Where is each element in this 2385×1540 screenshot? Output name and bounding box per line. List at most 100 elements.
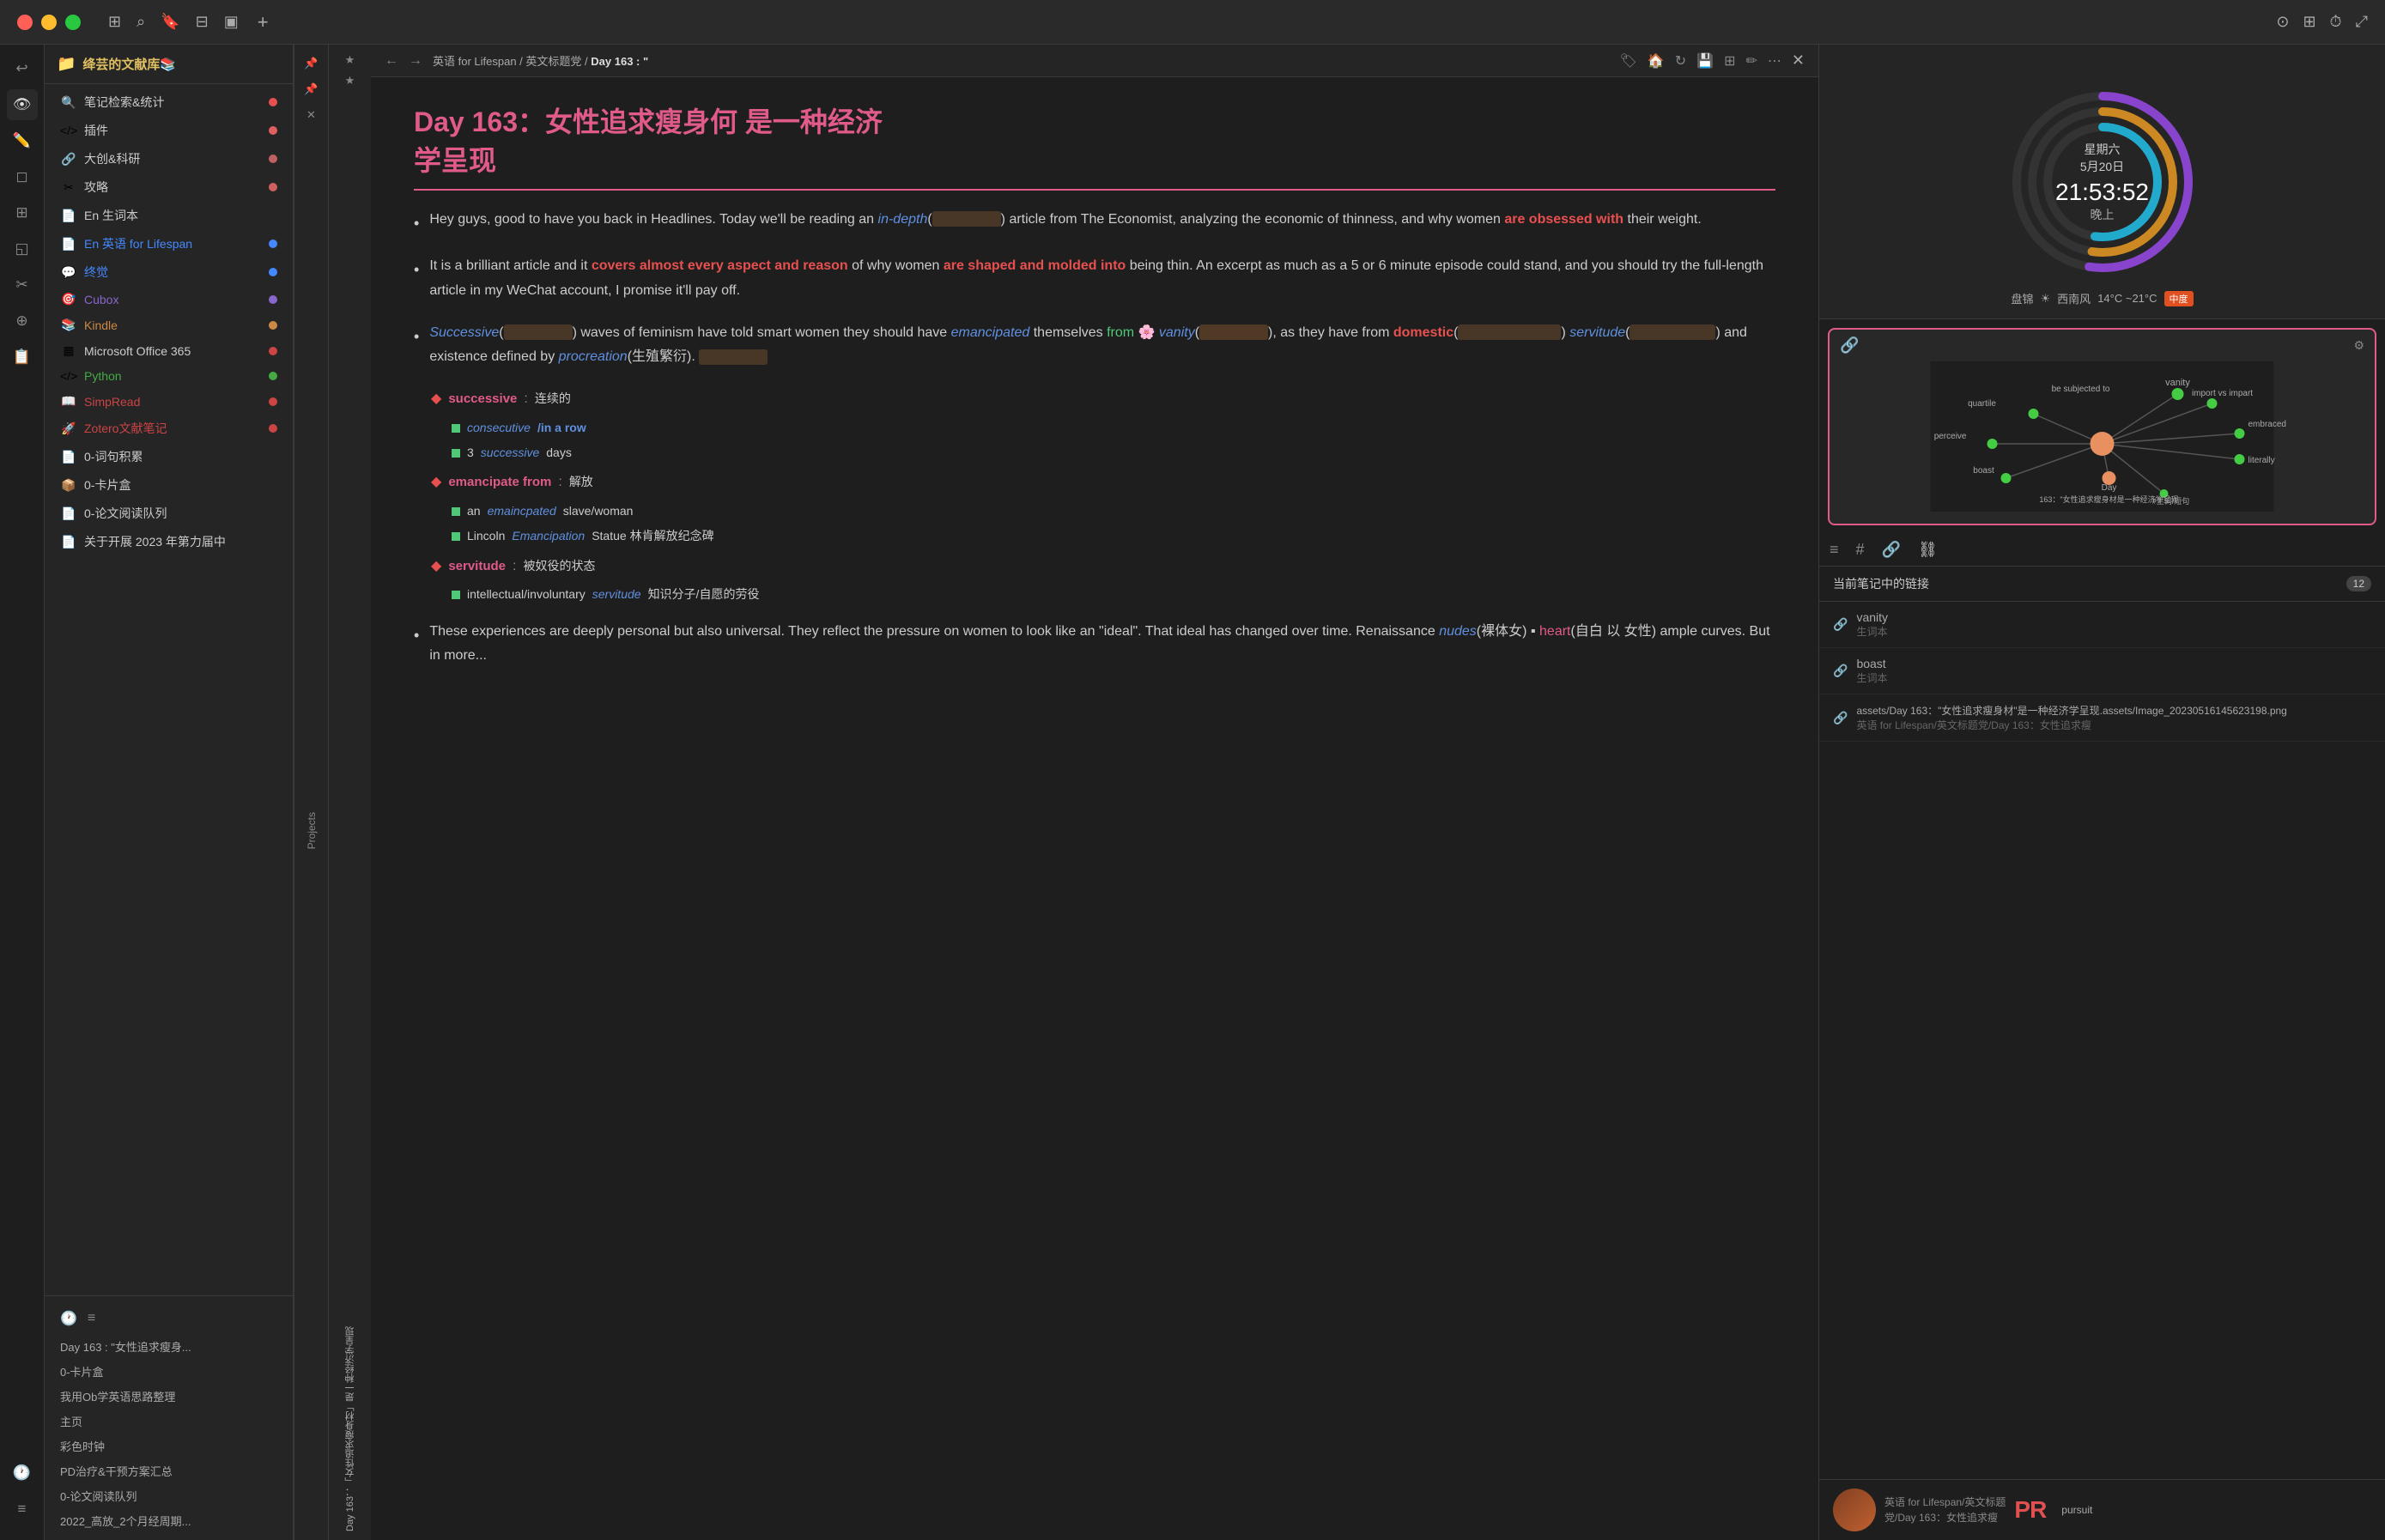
svg-text:boast: boast	[1973, 466, 1994, 476]
vocab-meaning-emancipate: 解放	[569, 471, 593, 493]
more-icon[interactable]: ⋯	[1768, 52, 1781, 70]
sidebar-back[interactable]: ↩	[7, 53, 38, 84]
grid-icon[interactable]: ⊞	[108, 13, 121, 31]
recent-cardbox[interactable]: 0-卡片盒	[52, 1359, 286, 1384]
sidebar-item-strategy[interactable]: ✂ 攻略	[50, 173, 288, 201]
edit-icon[interactable]: ✏	[1746, 52, 1757, 70]
graph-svg: vanity import vs impart embraced literal…	[1830, 361, 2375, 512]
minimize-button[interactable]	[41, 15, 57, 30]
table-icon[interactable]: ⊞	[2303, 13, 2315, 31]
sidebar-item-2023[interactable]: 📄 关于开展 2023 年第力届中	[50, 528, 288, 555]
sidebar-item-label: 终觉	[84, 264, 262, 281]
sidebar-item-cardbox[interactable]: 📦 0-卡片盒	[50, 471, 288, 499]
expand-icon[interactable]: ⤢	[2356, 13, 2368, 31]
doc-toolbar-right: 🏷 🏠 ↻ 💾 ⊞ ✏ ⋯ ✕	[1620, 52, 1805, 70]
link-boast[interactable]: 🔗 boast 生词本	[1819, 648, 2385, 694]
layout-icon[interactable]: ⊟	[196, 13, 209, 31]
recent-paper[interactable]: 0-论文阅读队列	[52, 1483, 286, 1508]
sidebar-item-chat[interactable]: 💬 终觉	[50, 258, 288, 286]
nav-forward[interactable]: →	[409, 53, 422, 69]
tab-hash[interactable]: #	[1856, 541, 1865, 559]
cardbox-icon: 📦	[60, 478, 77, 493]
sidebar-item-paperqueue[interactable]: 📄 0-论文阅读队列	[50, 500, 288, 527]
sidebar-item-search[interactable]: 🔍 笔记检索&统计	[50, 88, 288, 116]
sidebar-item-vocab[interactable]: 📄 En 生词本	[50, 202, 288, 229]
search-icon[interactable]: ⌕	[137, 13, 145, 31]
pin-icon[interactable]: 📌	[300, 53, 321, 74]
vocab-sub-item-2: 3 successive days	[452, 442, 1775, 464]
bookmark-icon[interactable]: 🔖	[161, 13, 179, 31]
blank-domestic	[1458, 324, 1561, 340]
close-button[interactable]	[17, 15, 33, 30]
sidebar-icon[interactable]: ▣	[224, 13, 239, 31]
close-doc-button[interactable]: ✕	[1792, 52, 1805, 70]
recent-pd[interactable]: PD治疗&干预方案汇总	[52, 1458, 286, 1483]
nav-back[interactable]: ←	[385, 53, 398, 69]
sidebar-history[interactable]: 🕐	[7, 1458, 38, 1488]
tab-list[interactable]: ≡	[1830, 541, 1839, 559]
sidebar-item-label: Microsoft Office 365	[84, 344, 262, 358]
sidebar-panel[interactable]: ◱	[7, 233, 38, 264]
recent-day163[interactable]: Day 163 : "女性追求瘦身...	[52, 1334, 286, 1359]
link-content-3: assets/Day 163："女性追求瘦身材"是一种经济学呈现.assets/…	[1856, 703, 2286, 732]
sidebar-blank[interactable]: ◻	[7, 161, 38, 192]
pin2-icon[interactable]: 📌	[300, 79, 321, 100]
vault-icon: 📁	[57, 55, 76, 73]
list-icon[interactable]: ≡	[88, 1311, 95, 1326]
clock-icon[interactable]: ⏱	[2330, 13, 2342, 31]
item-dot	[269, 372, 277, 380]
home-icon[interactable]: 🏠	[1648, 52, 1665, 70]
star2-icon[interactable]: ★	[345, 74, 355, 88]
sidebar-item-simpread[interactable]: 📖 SimpRead	[50, 389, 288, 414]
bullet-dot-4: •	[414, 621, 419, 670]
sidebar-item-research[interactable]: 🔗 大创&科研	[50, 145, 288, 173]
history-icon[interactable]: 🕐	[60, 1310, 77, 1327]
sidebar-clipboard[interactable]: 📋	[7, 342, 38, 373]
link-assets[interactable]: 🔗 assets/Day 163："女性追求瘦身材"是一种经济学呈现.asset…	[1819, 694, 2385, 742]
sidebar-read[interactable]: 👁	[7, 89, 38, 120]
sidebar-add[interactable]: ⊕	[7, 306, 38, 336]
titlebar-right: ⊙ ⊞ ⏱ ⤢	[2276, 13, 2368, 31]
inline-indepth: in-depth	[878, 212, 928, 227]
recent-clock[interactable]: 彩色时钟	[52, 1434, 286, 1458]
link-icon-1: 🔗	[1833, 617, 1848, 632]
sidebar-item-kindle[interactable]: 📚 Kindle	[50, 312, 288, 337]
recent-ob[interactable]: 我用Ob学英语思路整理	[52, 1384, 286, 1409]
link-content-1: vanity 生词本	[1856, 610, 1888, 639]
tab-backlink[interactable]: ⛓	[1918, 541, 1938, 559]
recent-2022[interactable]: 2022_高放_2个月经周期...	[52, 1508, 286, 1533]
sidebar-item-office[interactable]: ▦ Microsoft Office 365	[50, 338, 288, 363]
layout2-icon[interactable]: ⊞	[1724, 52, 1735, 70]
star-icon[interactable]: ★	[345, 53, 355, 67]
close-strip-icon[interactable]: ✕	[303, 105, 319, 125]
bullet-dot-3: •	[414, 323, 419, 371]
save-icon[interactable]: 💾	[1696, 52, 1714, 70]
sidebar-item-python[interactable]: </> Python	[50, 364, 288, 388]
bullet-dot-1: •	[414, 209, 419, 237]
sidebar-menu[interactable]: ≡	[7, 1494, 38, 1525]
sidebar-scissors[interactable]: ✂	[7, 270, 38, 300]
recent-home[interactable]: 主页	[52, 1409, 286, 1434]
doc-content: Day 163：女性追求瘦身何 是一种经济 学呈现 • Hey guys, go…	[371, 77, 1818, 1540]
tab-link[interactable]: 🔗	[1882, 541, 1901, 559]
graph-settings-icon[interactable]: ⚙	[2353, 338, 2364, 353]
circle-icon[interactable]: ⊙	[2276, 13, 2289, 31]
sidebar-grid[interactable]: ⊞	[7, 197, 38, 228]
link-vanity[interactable]: 🔗 vanity 生词本	[1819, 602, 2385, 648]
sidebar-item-wordbank[interactable]: 📄 0-词句积累	[50, 443, 288, 470]
plugin-icon: </>	[60, 124, 77, 137]
maximize-button[interactable]	[65, 15, 81, 30]
svg-text:import vs impart: import vs impart	[2192, 389, 2253, 398]
thumbnail-circle	[1833, 1488, 1876, 1531]
link-text-boast: boast	[1856, 657, 1887, 670]
sidebar-item-plugin[interactable]: </> 插件	[50, 117, 288, 144]
sidebar-create[interactable]: ✏️	[7, 125, 38, 156]
new-tab-button[interactable]: +	[258, 11, 269, 33]
sidebar-item-zotero[interactable]: 🚀 Zotero文献笔记	[50, 415, 288, 442]
vocab-sub-successive: consecutive /in a row 3 successive days	[452, 417, 1775, 464]
tag-icon[interactable]: 🏷	[1620, 52, 1637, 70]
sidebar-item-cubox[interactable]: 🎯 Cubox	[50, 287, 288, 312]
refresh-icon[interactable]: ↻	[1675, 52, 1686, 70]
sidebar-item-english[interactable]: 📄 En 英语 for Lifespan	[50, 230, 288, 258]
graph-widget: 🔗 ⚙	[1828, 328, 2376, 525]
